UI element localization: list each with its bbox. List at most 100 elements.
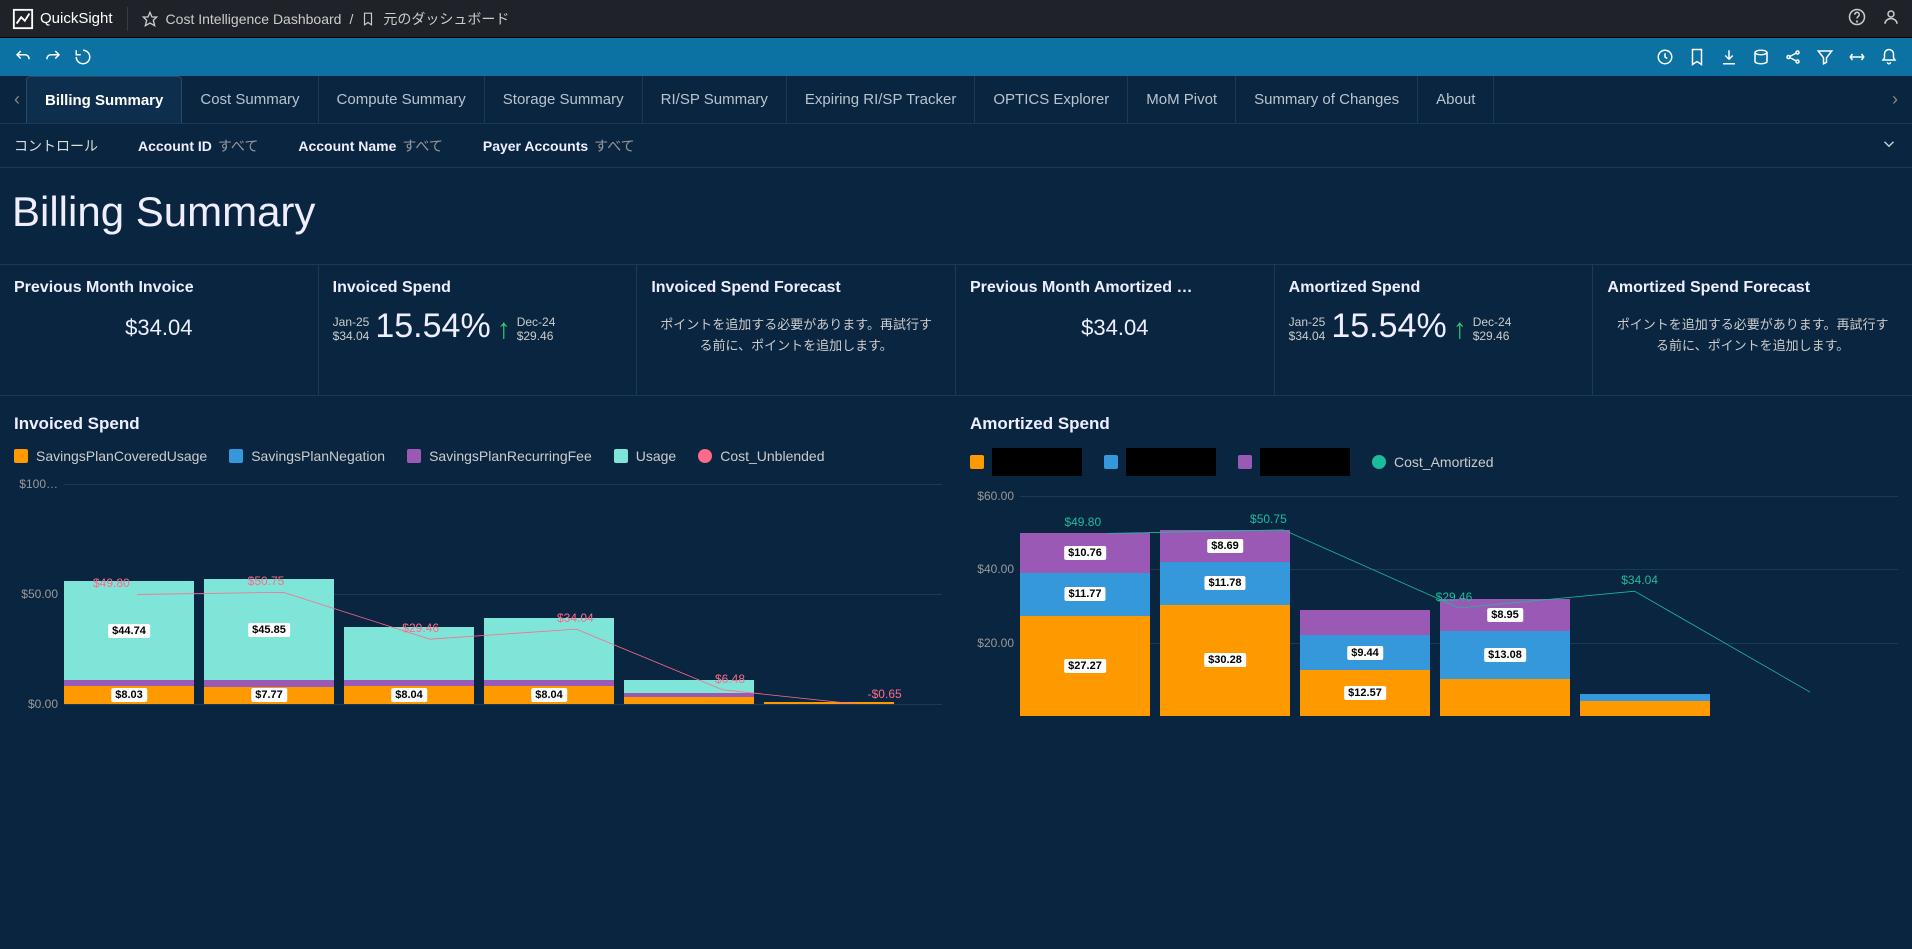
legend-swatch <box>229 449 243 463</box>
arrow-up-icon: ↑ <box>497 315 511 343</box>
bar-segment: $7.77 <box>204 687 334 704</box>
bar[interactable]: $13.08 $8.95 <box>1440 599 1570 716</box>
separator <box>127 7 128 31</box>
tab-summary-of-changes[interactable]: Summary of Changes <box>1236 76 1418 123</box>
line-label: $50.75 <box>248 574 285 588</box>
bar-segment <box>624 693 754 697</box>
legend-item[interactable] <box>970 448 1082 476</box>
tabs-bar: ‹ Billing SummaryCost SummaryCompute Sum… <box>0 76 1912 124</box>
schedule-icon[interactable] <box>1656 48 1674 66</box>
bar[interactable] <box>1580 694 1710 716</box>
legend-item[interactable]: Cost_Amortized <box>1372 448 1494 476</box>
kpi-pct: 15.54% <box>375 309 490 343</box>
line-label: -$0.65 <box>868 687 902 701</box>
bar-segment: $8.04 <box>344 686 474 704</box>
kpi-card[interactable]: Invoiced SpendJan-25$34.0415.54%↑Dec-24$… <box>319 265 638 395</box>
bar-segment <box>1580 701 1710 716</box>
legend-label: Usage <box>636 448 676 464</box>
segment-label: $8.04 <box>391 688 427 702</box>
app-logo[interactable]: QuickSight <box>12 8 113 30</box>
bar[interactable]: $30.28$11.78$8.69 <box>1160 530 1290 716</box>
segment-label: $12.57 <box>1344 686 1386 700</box>
data-icon[interactable] <box>1752 48 1770 66</box>
plot[interactable]: $100…$50.00$0.00$8.03$44.74$7.77$45.85$8… <box>14 484 942 704</box>
bar-segment: $11.78 <box>1160 562 1290 605</box>
kpi-previous: Dec-24$29.46 <box>517 315 556 343</box>
tab-compute-summary[interactable]: Compute Summary <box>319 76 485 123</box>
bar[interactable] <box>764 702 894 704</box>
tab-about[interactable]: About <box>1418 76 1494 123</box>
filter-account-id[interactable]: Account IDすべて <box>138 136 258 156</box>
line-label: $34.04 <box>557 611 594 625</box>
bookmark-icon[interactable] <box>361 12 375 26</box>
kpi-card[interactable]: Invoiced Spend Forecastポイントを追加する必要があります。… <box>637 265 956 395</box>
tab-billing-summary[interactable]: Billing Summary <box>26 76 182 123</box>
legend-item[interactable]: Cost_Unblended <box>698 448 824 464</box>
bar-segment <box>624 697 754 704</box>
legend-item[interactable]: Usage <box>614 448 676 464</box>
segment-label: $10.76 <box>1064 546 1106 560</box>
legend-item[interactable]: SavingsPlanRecurringFee <box>407 448 592 464</box>
tab-expiring-ri-sp-tracker[interactable]: Expiring RI/SP Tracker <box>787 76 975 123</box>
legend-swatch <box>698 449 712 463</box>
tab-ri-sp-summary[interactable]: RI/SP Summary <box>643 76 787 123</box>
legend-item[interactable] <box>1104 448 1216 476</box>
legend-item[interactable]: SavingsPlanCoveredUsage <box>14 448 207 464</box>
star-icon[interactable] <box>142 11 158 27</box>
bar[interactable]: $27.27$11.77$10.76 <box>1020 533 1150 716</box>
bar[interactable]: $8.03$44.74 <box>64 581 194 704</box>
legend-item[interactable] <box>1238 448 1350 476</box>
bar[interactable]: $12.57$9.44 <box>1300 610 1430 716</box>
tabs-next-icon[interactable]: › <box>1886 89 1904 110</box>
tab-optics-explorer[interactable]: OPTICS Explorer <box>975 76 1128 123</box>
segment-label: $8.04 <box>531 688 567 702</box>
filter-icon[interactable] <box>1816 48 1834 66</box>
filter-account-name[interactable]: Account Nameすべて <box>298 136 443 156</box>
bookmark-toolbar-icon[interactable] <box>1688 48 1706 66</box>
kpi-card[interactable]: Amortized Spend Forecastポイントを追加する必要があります… <box>1593 265 1912 395</box>
export-icon[interactable] <box>1720 48 1738 66</box>
bar-segment <box>204 680 334 687</box>
legend-swatch <box>970 455 984 469</box>
undo-icon[interactable] <box>14 48 32 66</box>
share-icon[interactable] <box>1784 48 1802 66</box>
filter-payer-accounts[interactable]: Payer Accountsすべて <box>483 136 635 156</box>
bar[interactable]: $8.04 <box>344 627 474 704</box>
legend-label: SavingsPlanNegation <box>251 448 385 464</box>
app-name: QuickSight <box>40 10 113 27</box>
plot[interactable]: $60.00$40.00$20.00$27.27$11.77$10.76$30.… <box>970 496 1898 716</box>
user-icon[interactable] <box>1882 8 1900 29</box>
kpi-card[interactable]: Previous Month Invoice $34.04 <box>0 265 319 395</box>
tabs-prev-icon[interactable]: ‹ <box>8 89 26 110</box>
kpi-pct: 15.54% <box>1331 309 1446 343</box>
bell-icon[interactable] <box>1880 48 1898 66</box>
line-label: $50.75 <box>1250 512 1287 526</box>
kpi-previous: Dec-24$29.46 <box>1473 315 1512 343</box>
kpi-card[interactable]: Amortized SpendJan-25$34.0415.54%↑Dec-24… <box>1275 265 1594 395</box>
bar-segment <box>64 680 194 687</box>
breadcrumb-original[interactable]: 元のダッシュボード <box>383 9 509 29</box>
bar[interactable]: $8.04 <box>484 618 614 704</box>
bar-segment: $13.08 <box>1440 631 1570 679</box>
redo-icon[interactable] <box>44 48 62 66</box>
legend-item[interactable]: SavingsPlanNegation <box>229 448 385 464</box>
breadcrumb-sep: / <box>349 11 353 27</box>
expand-controls-icon[interactable] <box>1880 135 1898 156</box>
tab-storage-summary[interactable]: Storage Summary <box>485 76 643 123</box>
tab-mom-pivot[interactable]: MoM Pivot <box>1128 76 1236 123</box>
breadcrumb-dashboard[interactable]: Cost Intelligence Dashboard <box>166 11 342 27</box>
kpi-value: $34.04 <box>14 315 304 341</box>
kpi-title: Previous Month Invoice <box>14 279 304 297</box>
legend-swatch <box>1238 455 1252 469</box>
fit-width-icon[interactable] <box>1848 48 1866 66</box>
reset-icon[interactable] <box>74 48 92 66</box>
bar-segment: $44.74 <box>64 581 194 679</box>
chart-amortized: Amortized Spend Cost_Amortized $60.00$40… <box>956 396 1912 734</box>
tab-cost-summary[interactable]: Cost Summary <box>182 76 318 123</box>
kpi-card[interactable]: Previous Month Amortized …$34.04 <box>956 265 1275 395</box>
segment-label: $8.95 <box>1487 608 1523 622</box>
bar[interactable]: $7.77$45.85 <box>204 579 334 704</box>
tabs-container: Billing SummaryCost SummaryCompute Summa… <box>26 76 1886 123</box>
help-icon[interactable] <box>1848 8 1866 29</box>
segment-label: $27.27 <box>1064 659 1106 673</box>
